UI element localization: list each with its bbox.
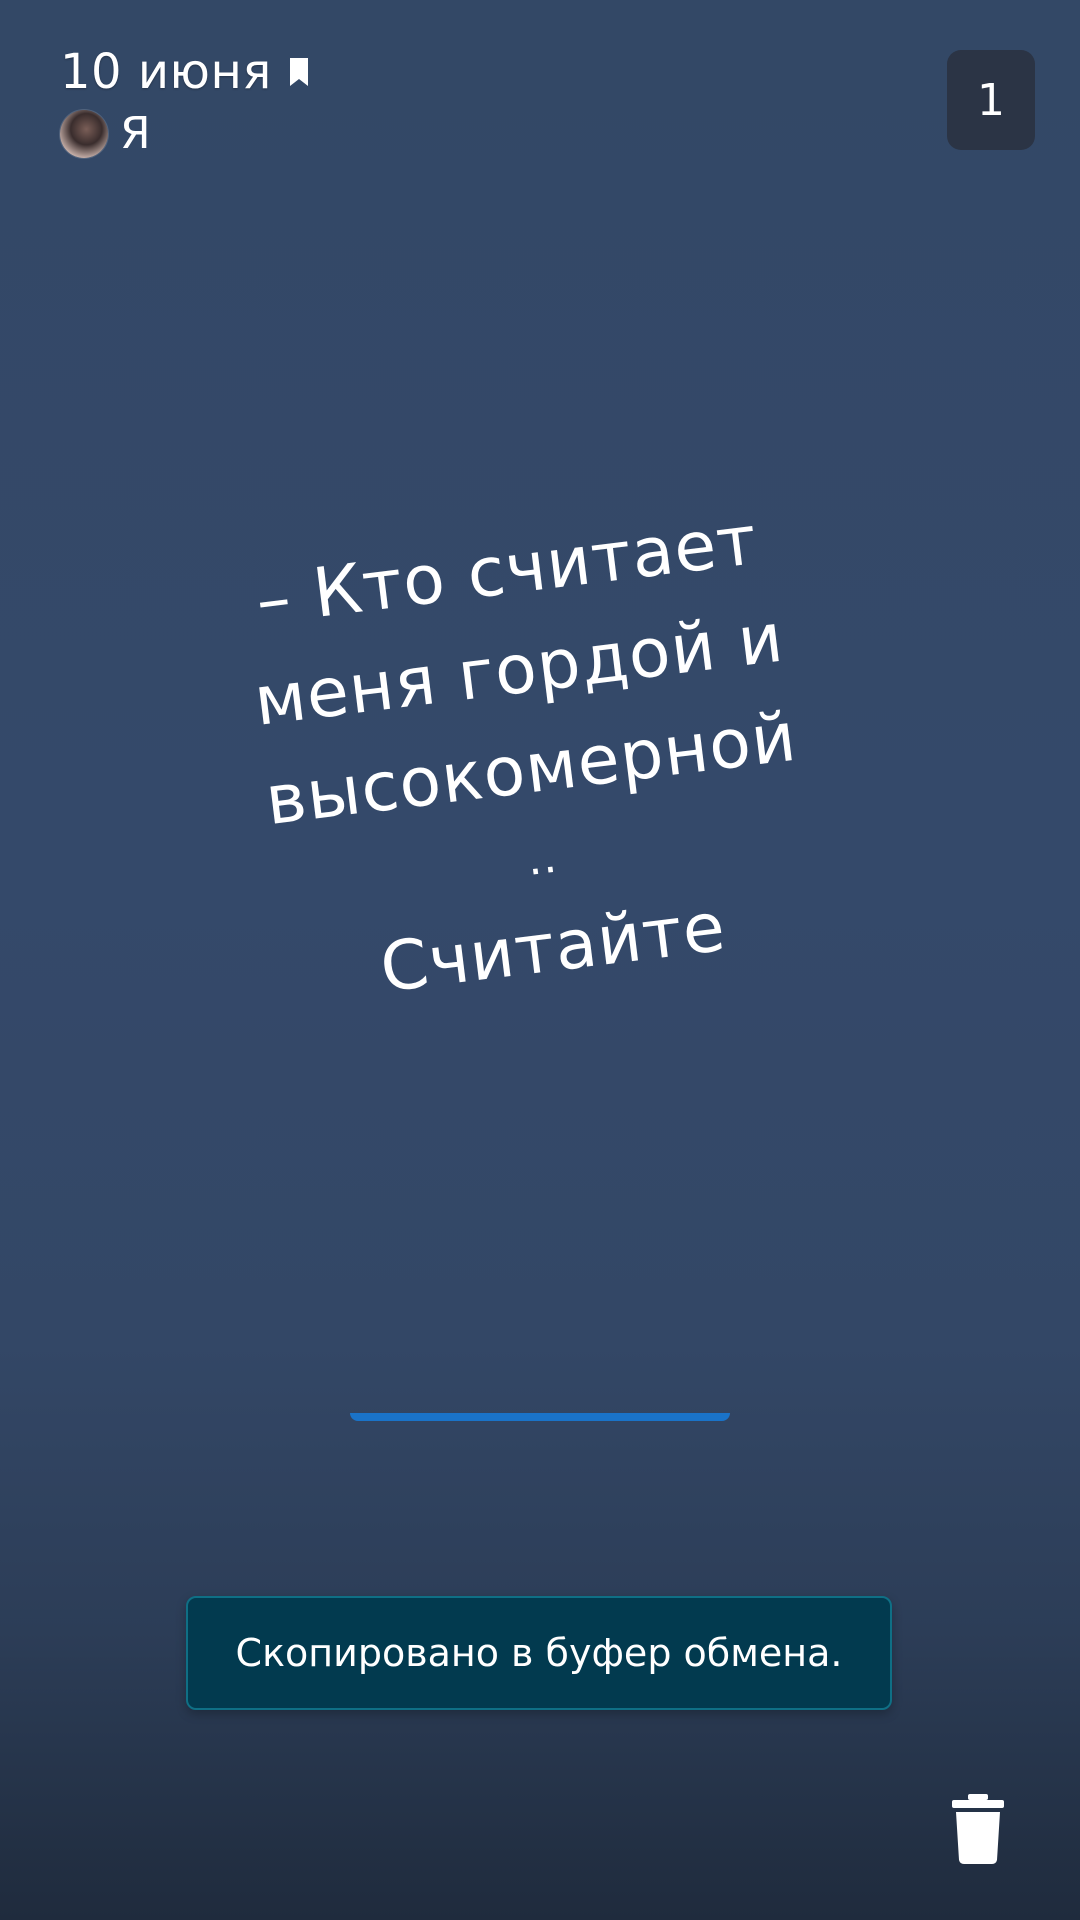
toast-notification: Скопировано в буфер обмена. xyxy=(186,1596,892,1710)
author-name: Я xyxy=(120,108,151,159)
toast-message: Скопировано в буфер обмена. xyxy=(235,1631,843,1675)
progress-indicator xyxy=(350,1413,730,1421)
trash-icon[interactable] xyxy=(952,1794,1004,1864)
note-text: – Кто считает меня гордой и высокомерной… xyxy=(124,475,937,1044)
author-row[interactable]: Я xyxy=(60,108,310,159)
story-meta: 10 июня Я xyxy=(60,44,310,159)
story-date: 10 июня xyxy=(60,44,272,100)
story-counter-badge[interactable]: 1 xyxy=(947,50,1035,150)
story-counter: 1 xyxy=(977,74,1005,126)
date-row: 10 июня xyxy=(60,44,310,100)
bookmark-icon[interactable] xyxy=(288,57,310,87)
avatar[interactable] xyxy=(60,109,108,158)
